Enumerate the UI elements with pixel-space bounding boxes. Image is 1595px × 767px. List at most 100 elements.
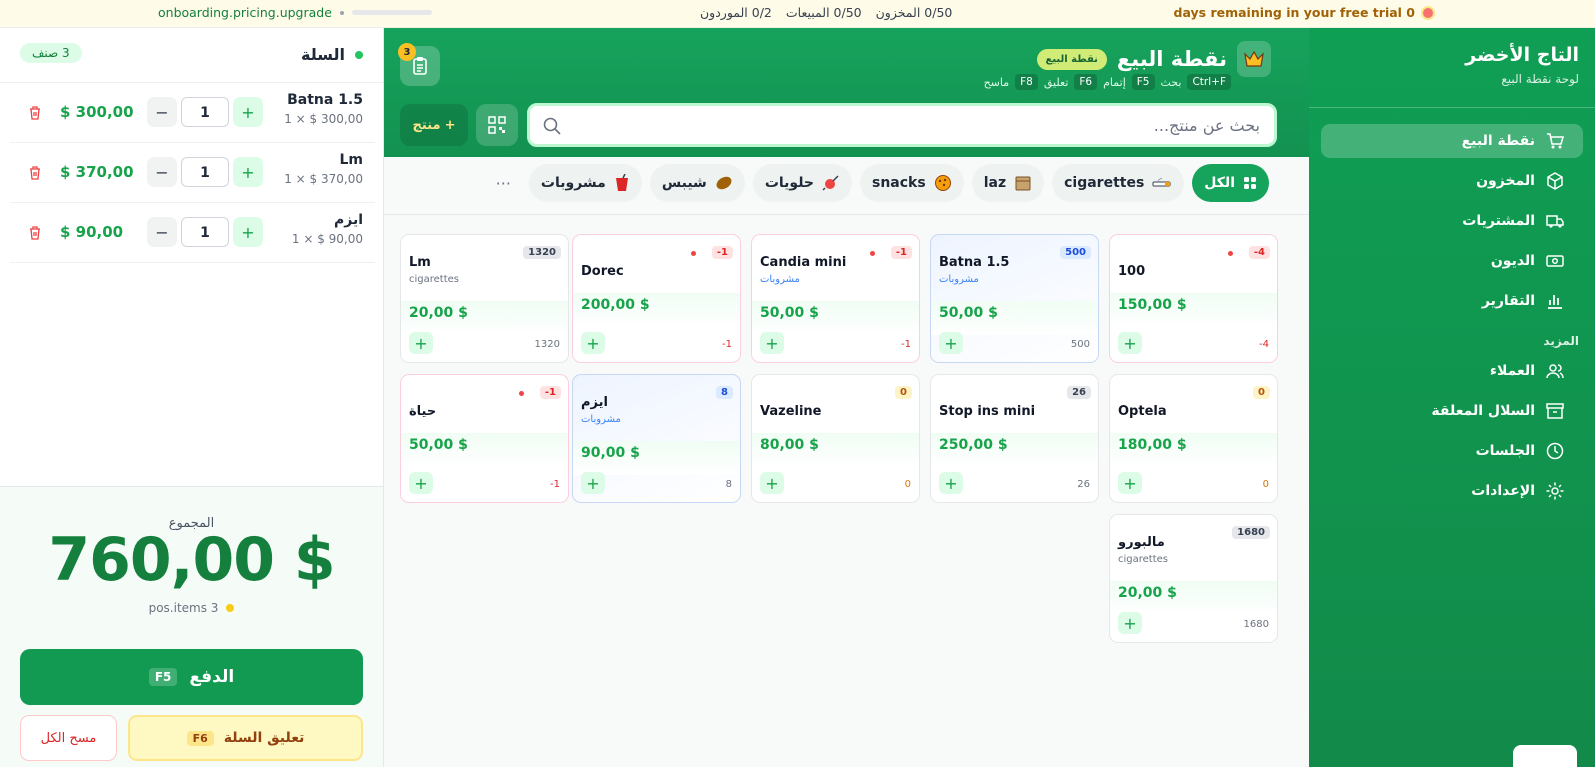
category-cigarettes[interactable]: cigarettes [1052, 164, 1185, 202]
alert-dot [519, 391, 524, 396]
add-product-button[interactable]: + منتج [400, 104, 468, 146]
category-drinks[interactable]: مشروبات [528, 164, 642, 202]
decrease-button[interactable]: − [147, 157, 177, 187]
stock-badge: -1 [890, 246, 912, 259]
package-icon [1014, 174, 1032, 192]
product-category: cigarettes [409, 274, 459, 285]
archive-icon [1545, 401, 1565, 421]
cup-icon [614, 174, 630, 192]
decrease-button[interactable]: − [147, 97, 177, 127]
cart-count-badge: 3 صنف [20, 43, 82, 63]
product-name: Optela [1118, 404, 1167, 419]
search-input[interactable] [600, 115, 1260, 135]
sidebar-item-reports[interactable]: التقارير [1321, 284, 1583, 318]
decrease-button[interactable]: − [147, 217, 177, 247]
alert-dot [691, 251, 696, 256]
shortcut-label: ماسح [983, 75, 1010, 89]
increase-button[interactable]: + [233, 217, 263, 247]
add-to-cart-button[interactable]: + [760, 332, 784, 354]
grid-icon [1243, 176, 1257, 190]
target-icon [1421, 5, 1435, 20]
sidebar-item-debts[interactable]: الديون [1321, 244, 1583, 278]
category-label: snacks [872, 175, 926, 191]
stock-badge: 500 [1060, 246, 1091, 259]
category-all[interactable]: الكل [1192, 164, 1269, 202]
clipboard-icon [411, 56, 429, 76]
sidebar-item-pos[interactable]: نقطة البيع [1321, 124, 1583, 158]
product-card[interactable]: -1 Dorec 200,00 $ + -1 [572, 234, 741, 363]
sidebar-item-label: الإعدادات [1471, 483, 1535, 499]
category-sweets[interactable]: حلويات [752, 164, 852, 202]
page-title-group: نقطة البيع نقطة البيع [1036, 41, 1271, 77]
product-card[interactable]: 26 Stop ins mini 250,00 $ + 26 [930, 374, 1099, 503]
stat-inventory: 0/50 المخزون [875, 5, 953, 20]
cart-panel: السلة 3 صنف Batna 1.5 1 × $ 300,00 − 1 +… [0, 28, 384, 767]
sidebar-footer-tab[interactable] [1513, 745, 1577, 767]
cart-row: Batna 1.5 1 × $ 300,00 − 1 + $ 300,00 [10, 83, 375, 143]
add-to-cart-button[interactable]: + [409, 332, 433, 354]
sidebar-item-held-carts[interactable]: السلال المعلقة [1321, 394, 1583, 428]
trash-icon[interactable] [28, 105, 42, 120]
category-label: الكل [1204, 175, 1235, 191]
held-carts-button[interactable]: 3 [398, 43, 440, 86]
hold-shortcut: F6 [186, 730, 214, 746]
increase-button[interactable]: + [233, 97, 263, 127]
product-card[interactable]: 500 Batna 1.5 مشروبات 50,00 $ + 500 [930, 234, 1099, 363]
cart-item-total: $ 370,00 [60, 163, 134, 181]
quantity-input[interactable]: 1 [181, 97, 229, 127]
add-to-cart-button[interactable]: + [581, 472, 605, 494]
sidebar-item-inventory[interactable]: المخزون [1321, 164, 1583, 198]
category-laz[interactable]: laz [971, 164, 1045, 202]
cart-title-text: السلة [300, 45, 345, 64]
quantity-input[interactable]: 1 [181, 157, 229, 187]
more-categories-button[interactable]: ··· [486, 174, 521, 193]
sidebar-item-label: الديون [1490, 253, 1535, 269]
stock-count: 26 [1077, 479, 1090, 490]
sidebar-item-settings[interactable]: الإعدادات [1321, 474, 1583, 508]
add-to-cart-button[interactable]: + [409, 472, 433, 494]
product-card[interactable]: 1680 مالبورو cigarettes 20,00 $ + 1680 [1109, 514, 1278, 643]
product-card[interactable]: -1 حياة 50,00 $ + -1 [400, 374, 569, 503]
stock-badge: -1 [711, 246, 733, 259]
add-to-cart-button[interactable]: + [1118, 472, 1142, 494]
product-card[interactable]: 0 Vazeline 80,00 $ + 0 [751, 374, 920, 503]
product-card[interactable]: 0 Optela 180,00 $ + 0 [1109, 374, 1278, 503]
banknote-icon [1545, 251, 1565, 271]
add-to-cart-button[interactable]: + [1118, 612, 1142, 634]
brand-name: التاج الأخضر [1465, 44, 1579, 66]
product-card[interactable]: 1320 Lm cigarettes 20,00 $ + 1320 [400, 234, 569, 363]
trash-icon[interactable] [28, 225, 42, 240]
increase-button[interactable]: + [233, 157, 263, 187]
clear-all-button[interactable]: مسح الكل [20, 715, 117, 761]
add-to-cart-button[interactable]: + [1118, 332, 1142, 354]
product-card[interactable]: 8 ايزم مشروبات 90,00 $ + 8 [572, 374, 741, 503]
stock-badge: -4 [1248, 246, 1270, 259]
category-snacks[interactable]: snacks [860, 164, 964, 202]
product-price: 80,00 $ [752, 433, 919, 467]
sidebar-item-sessions[interactable]: الجلسات [1321, 434, 1583, 468]
page-title: نقطة البيع [1116, 47, 1227, 71]
separator-dot [339, 10, 344, 15]
add-to-cart-button[interactable]: + [939, 332, 963, 354]
stock-count: 0 [1262, 479, 1269, 490]
add-to-cart-button[interactable]: + [939, 472, 963, 494]
sidebar-item-purchases[interactable]: المشتريات [1321, 204, 1583, 238]
pay-button[interactable]: الدفع F5 [20, 649, 363, 705]
product-name: Stop ins mini [939, 404, 1036, 419]
cart-row: Lm 1 × $ 370,00 − 1 + $ 370,00 [10, 143, 375, 203]
brand-subtitle: لوحة نقطة البيع [1501, 72, 1579, 86]
category-chips[interactable]: شيبس [649, 164, 745, 202]
add-to-cart-button[interactable]: + [760, 472, 784, 494]
upgrade-link[interactable]: onboarding.pricing.upgrade [158, 5, 332, 20]
scan-button[interactable] [476, 104, 518, 146]
sidebar-item-customers[interactable]: العملاء [1321, 354, 1583, 388]
quantity-input[interactable]: 1 [181, 217, 229, 247]
trash-icon[interactable] [28, 165, 42, 180]
onboarding-upgrade[interactable]: onboarding.pricing.upgrade [158, 5, 432, 20]
cart-item-name: ايزم [333, 212, 363, 228]
product-card[interactable]: -4 100 150,00 $ + -4 [1109, 234, 1278, 363]
product-card[interactable]: -1 Candia mini مشروبات 50,00 $ + -1 [751, 234, 920, 363]
hold-cart-button[interactable]: تعليق السلة F6 [128, 715, 363, 761]
add-to-cart-button[interactable]: + [581, 332, 605, 354]
product-price: 150,00 $ [1110, 293, 1277, 327]
